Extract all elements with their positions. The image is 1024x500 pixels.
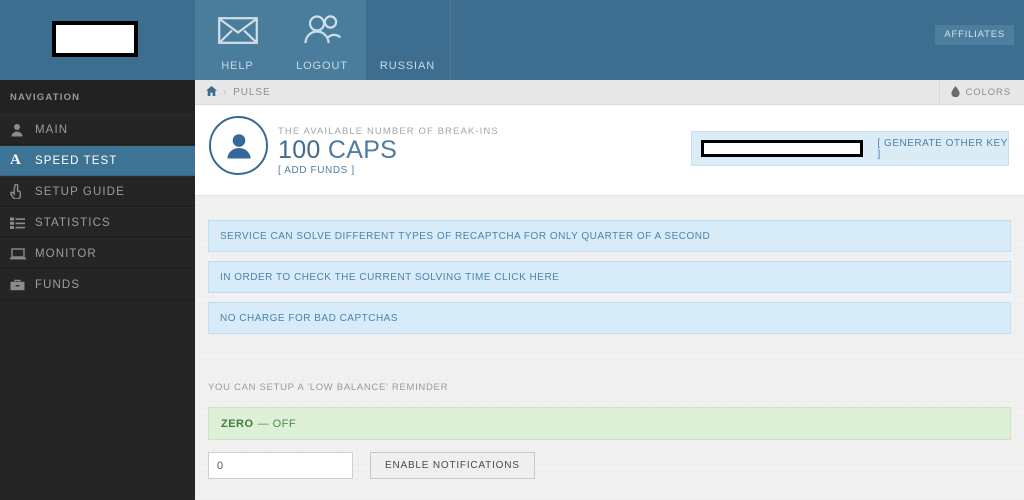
alert-text: IN ORDER TO CHECK THE CURRENT SOLVING TI… xyxy=(220,271,560,283)
alert-banner[interactable]: NO CHARGE FOR BAD CAPTCHAS xyxy=(208,302,1011,334)
letter-a-icon: A xyxy=(10,152,22,168)
envelope-icon xyxy=(217,0,258,60)
sidebar-item-funds[interactable]: FUNDS xyxy=(0,269,195,300)
api-key-field[interactable] xyxy=(701,140,864,157)
main-content: THE AVAILABLE NUMBER OF BREAK-INS 100 CA… xyxy=(195,105,1024,500)
balance-amount: 100 CAPS xyxy=(278,136,397,165)
hand-pointer-icon xyxy=(10,184,35,199)
alert-text: NO CHARGE FOR BAD CAPTCHAS xyxy=(220,312,399,324)
site-logo[interactable] xyxy=(52,21,138,57)
sidebar-item-statistics-label: STATISTICS xyxy=(35,216,111,229)
generate-key-link[interactable]: [ GENERATE OTHER KEY ] xyxy=(877,138,1008,160)
colors-button-label: COLORS xyxy=(965,87,1011,98)
sidebar-item-setup-guide-label: SETUP GUIDE xyxy=(35,185,125,198)
reminder-form: ENABLE NOTIFICATIONS xyxy=(208,452,535,479)
reminder-status-state: — OFF xyxy=(257,417,297,430)
alerts-list: SERVICE CAN SOLVE DIFFERENT TYPES OF REC… xyxy=(208,220,1011,343)
sidebar-item-monitor[interactable]: MONITOR xyxy=(0,238,195,269)
sidebar-item-monitor-label: MONITOR xyxy=(35,247,97,260)
header-divider xyxy=(450,0,451,80)
api-key-panel: [ GENERATE OTHER KEY ] xyxy=(691,131,1009,166)
sidebar-item-statistics[interactable]: STATISTICS xyxy=(0,207,195,238)
user-icon xyxy=(10,123,35,137)
hero-panel: THE AVAILABLE NUMBER OF BREAK-INS 100 CA… xyxy=(195,105,1024,196)
sidebar: NAVIGATION MAIN A SPEED TEST SETUP GUIDE xyxy=(0,80,195,500)
laptop-icon xyxy=(10,247,35,260)
header-item-help-label: HELP xyxy=(221,60,254,72)
breadcrumb-bar: › PULSE COLORS xyxy=(195,80,1024,105)
header-item-logout[interactable]: LOGOUT xyxy=(279,0,365,80)
header-item-russian-label: RUSSIAN xyxy=(379,60,436,72)
affiliates-button[interactable]: AFFILIATES xyxy=(935,25,1014,45)
reminder-status-value: ZERO xyxy=(221,417,254,430)
enable-notifications-button[interactable]: ENABLE NOTIFICATIONS xyxy=(370,452,535,479)
header-item-help[interactable]: HELP xyxy=(196,0,279,80)
sidebar-item-main[interactable]: MAIN xyxy=(0,114,195,145)
sidebar-item-speed-test-label: SPEED TEST xyxy=(35,154,118,167)
sidebar-title: NAVIGATION xyxy=(0,80,195,114)
threshold-input[interactable] xyxy=(208,452,353,479)
user-avatar-icon xyxy=(209,116,268,175)
home-icon[interactable] xyxy=(206,86,217,99)
reminder-label: YOU CAN SETUP A 'LOW BALANCE' REMINDER xyxy=(208,382,449,393)
top-header: HELP LOGOUT RUSSIAN AFFILIATES xyxy=(0,0,1024,80)
alert-text: SERVICE CAN SOLVE DIFFERENT TYPES OF REC… xyxy=(220,230,711,242)
header-item-logout-label: LOGOUT xyxy=(296,60,348,72)
users-icon xyxy=(302,0,342,60)
header-item-russian[interactable]: RUSSIAN xyxy=(365,0,450,80)
sidebar-item-funds-label: FUNDS xyxy=(35,278,81,291)
droplet-icon xyxy=(951,85,961,100)
reminder-status-banner: ZERO — OFF xyxy=(208,407,1011,440)
balance-unit: CAPS xyxy=(327,136,398,164)
breadcrumb-separator: › xyxy=(223,87,228,98)
affiliates-label: AFFILIATES xyxy=(944,29,1005,40)
logo-area[interactable] xyxy=(0,0,195,80)
add-funds-link[interactable]: [ ADD FUNDS ] xyxy=(278,165,355,176)
list-icon xyxy=(10,217,35,229)
breadcrumb: › PULSE xyxy=(206,80,271,105)
balance-number: 100 xyxy=(278,136,321,164)
sidebar-item-speed-test[interactable]: A SPEED TEST xyxy=(0,145,195,176)
colors-button[interactable]: COLORS xyxy=(939,80,1024,105)
briefcase-icon xyxy=(10,279,35,291)
sidebar-item-setup-guide[interactable]: SETUP GUIDE xyxy=(0,176,195,207)
page-root: HELP LOGOUT RUSSIAN AFFILIATES NAVIGATIO… xyxy=(0,0,1024,500)
breadcrumb-current: PULSE xyxy=(233,87,271,98)
alert-banner[interactable]: SERVICE CAN SOLVE DIFFERENT TYPES OF REC… xyxy=(208,220,1011,252)
sidebar-item-main-label: MAIN xyxy=(35,123,69,136)
alert-banner[interactable]: IN ORDER TO CHECK THE CURRENT SOLVING TI… xyxy=(208,261,1011,293)
